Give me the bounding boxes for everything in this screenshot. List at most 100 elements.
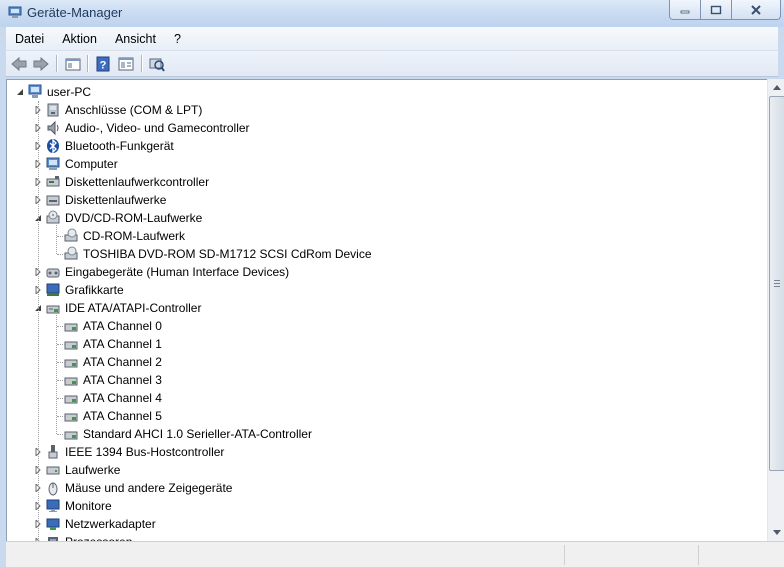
thumb-grip — [774, 286, 780, 287]
tree-guide-line — [57, 326, 65, 327]
tree-category-netzwerkadapter[interactable]: Netzwerkadapter — [33, 515, 156, 533]
scroll-down-arrow[interactable] — [768, 524, 784, 541]
help-icon: ? — [96, 56, 110, 71]
port-icon — [47, 103, 59, 117]
close-button[interactable] — [731, 0, 781, 20]
tree-item-label: TOSHIBA DVD-ROM SD-M1712 SCSI CdRom Devi… — [83, 247, 372, 261]
scroll-up-arrow[interactable] — [768, 79, 784, 96]
ata-channel-icon — [64, 377, 78, 386]
tree-item-label: Anschlüsse (COM & LPT) — [65, 103, 203, 117]
back-button[interactable] — [9, 54, 29, 73]
tree-category-bluetooth-funkger-t[interactable]: Bluetooth-Funkgerät — [33, 137, 174, 155]
help-button[interactable]: ? — [93, 54, 113, 73]
tree-device-standard-ahci-1-0-serieller-ata-controller[interactable]: Standard AHCI 1.0 Serieller-ATA-Controll… — [51, 425, 312, 443]
tree-guide-line — [57, 344, 65, 345]
tree-device-ata-channel-5[interactable]: ATA Channel 5 — [51, 407, 162, 425]
menu-datei[interactable]: Datei — [6, 32, 53, 46]
toolbar-separator — [87, 55, 89, 72]
tree-category-dvd-cd-rom-laufwerke[interactable]: DVD/CD-ROM-Laufwerke — [33, 209, 202, 227]
bluetooth-icon — [47, 138, 59, 154]
tree-item-label: Computer — [65, 157, 118, 171]
svg-text:?: ? — [100, 59, 107, 71]
tree-category-monitore[interactable]: Monitore — [33, 497, 112, 515]
menu-help[interactable]: ? — [165, 32, 190, 46]
tree-category-audio-video-und-gamecontroller[interactable]: Audio-, Video- und Gamecontroller — [33, 119, 250, 137]
properties-button[interactable] — [116, 54, 136, 73]
tree-category-laufwerke[interactable]: Laufwerke — [33, 461, 120, 479]
tree-item-label: Mäuse und andere Zeigegeräte — [65, 481, 233, 495]
hid-icon — [46, 268, 60, 278]
ata-channel-icon — [64, 359, 78, 368]
tree-item-label: IDE ATA/ATAPI-Controller — [65, 301, 202, 315]
tree-item-label: ATA Channel 2 — [83, 355, 162, 369]
tree-device-ata-channel-2[interactable]: ATA Channel 2 — [51, 353, 162, 371]
tree-category-diskettenlaufwerke[interactable]: Diskettenlaufwerke — [33, 191, 166, 209]
tree-category-ide-ata-atapi-controller[interactable]: IDE ATA/ATAPI-Controller — [33, 299, 201, 317]
tree-device-ata-channel-3[interactable]: ATA Channel 3 — [51, 371, 162, 389]
properties-icon — [118, 57, 134, 70]
tree-device-ata-channel-4[interactable]: ATA Channel 4 — [51, 389, 162, 407]
tree-device-ata-channel-1[interactable]: ATA Channel 1 — [51, 335, 162, 353]
collapse-arrow-icon[interactable] — [15, 87, 25, 97]
cd-rom-device-icon — [64, 246, 78, 260]
ata-channel-icon — [64, 341, 78, 350]
minimize-button[interactable] — [669, 0, 701, 20]
device-tree[interactable]: user-PC Anschlüsse (COM & LPT) Audio-, Vid… — [6, 79, 768, 542]
tree-guide-line — [56, 225, 57, 254]
cd-rom-device-icon — [64, 228, 78, 242]
tree-root-user-pc[interactable]: user-PC — [15, 83, 91, 101]
back-arrow-icon — [11, 56, 27, 71]
tree-category-diskettenlaufwerkcontroller[interactable]: Diskettenlaufwerkcontroller — [33, 173, 209, 191]
tree-item-label: Standard AHCI 1.0 Serieller-ATA-Controll… — [83, 427, 312, 441]
ata-channel-icon — [64, 413, 78, 422]
window-title: Geräte-Manager — [27, 5, 123, 20]
vertical-scrollbar[interactable] — [767, 79, 784, 541]
tree-device-toshiba-dvd-rom-sd-m1712-scsi-cdrom-device[interactable]: TOSHIBA DVD-ROM SD-M1712 SCSI CdRom Devi… — [51, 245, 372, 263]
tree-guide-line — [38, 101, 39, 541]
tree-item-label: Audio-, Video- und Gamecontroller — [65, 121, 250, 135]
tree-category-anschl-sse-com-lpt[interactable]: Anschlüsse (COM & LPT) — [33, 101, 202, 119]
network-adapter-icon — [46, 518, 60, 530]
toolbar-separator — [56, 55, 58, 72]
computer-root-icon — [28, 84, 42, 98]
show-hide-tree-button[interactable] — [63, 54, 83, 73]
thumb-grip — [774, 280, 780, 281]
tree-item-label: ATA Channel 3 — [83, 373, 162, 387]
tree-item-label: Diskettenlaufwerkcontroller — [65, 175, 210, 189]
firewire-icon — [48, 445, 58, 459]
tree-category-grafikkarte[interactable]: Grafikkarte — [33, 281, 124, 299]
status-panel — [564, 545, 565, 565]
tree-item-label: CD-ROM-Laufwerk — [83, 229, 186, 243]
tree-item-label: ATA Channel 1 — [83, 337, 162, 351]
tree-item-label: ATA Channel 5 — [83, 409, 162, 423]
tree-item-label: Grafikkarte — [65, 283, 124, 297]
close-icon — [751, 4, 761, 15]
menu-aktion[interactable]: Aktion — [53, 32, 106, 46]
forward-button[interactable] — [31, 54, 51, 73]
tree-category-ieee-1394-bus-hostcontroller[interactable]: IEEE 1394 Bus-Hostcontroller — [33, 443, 224, 461]
monitor-icon — [46, 499, 60, 512]
maximize-button[interactable] — [700, 0, 732, 20]
menu-ansicht[interactable]: Ansicht — [106, 32, 165, 46]
scroll-thumb[interactable] — [769, 96, 784, 471]
tree-guide-line — [57, 380, 65, 381]
status-panel — [698, 545, 699, 565]
disk-drive-icon — [46, 466, 60, 475]
ide-controller-icon — [46, 305, 60, 314]
tree-item-label: IEEE 1394 Bus-Hostcontroller — [65, 445, 225, 459]
tree-guide-line — [57, 434, 65, 435]
scan-hardware-button[interactable] — [147, 54, 167, 73]
tree-category-m-use-und-andere-zeigeger-te[interactable]: Mäuse und andere Zeigegeräte — [33, 479, 232, 497]
ata-channel-icon — [64, 431, 78, 440]
forward-arrow-icon — [33, 56, 49, 71]
status-bar — [6, 541, 784, 567]
tree-device-ata-channel-0[interactable]: ATA Channel 0 — [51, 317, 162, 335]
tree-item-label: Laufwerke — [65, 463, 121, 477]
title-bar[interactable]: Geräte-Manager — [0, 0, 784, 27]
tree-category-eingabeger-te-human-interface-devices[interactable]: Eingabegeräte (Human Interface Devices) — [33, 263, 289, 281]
tree-guide-line — [57, 236, 65, 237]
tree-item-label: Diskettenlaufwerke — [65, 193, 167, 207]
display-adapter-icon — [46, 283, 60, 296]
tree-category-computer[interactable]: Computer — [33, 155, 118, 173]
tree-device-cd-rom-laufwerk[interactable]: CD-ROM-Laufwerk — [51, 227, 185, 245]
